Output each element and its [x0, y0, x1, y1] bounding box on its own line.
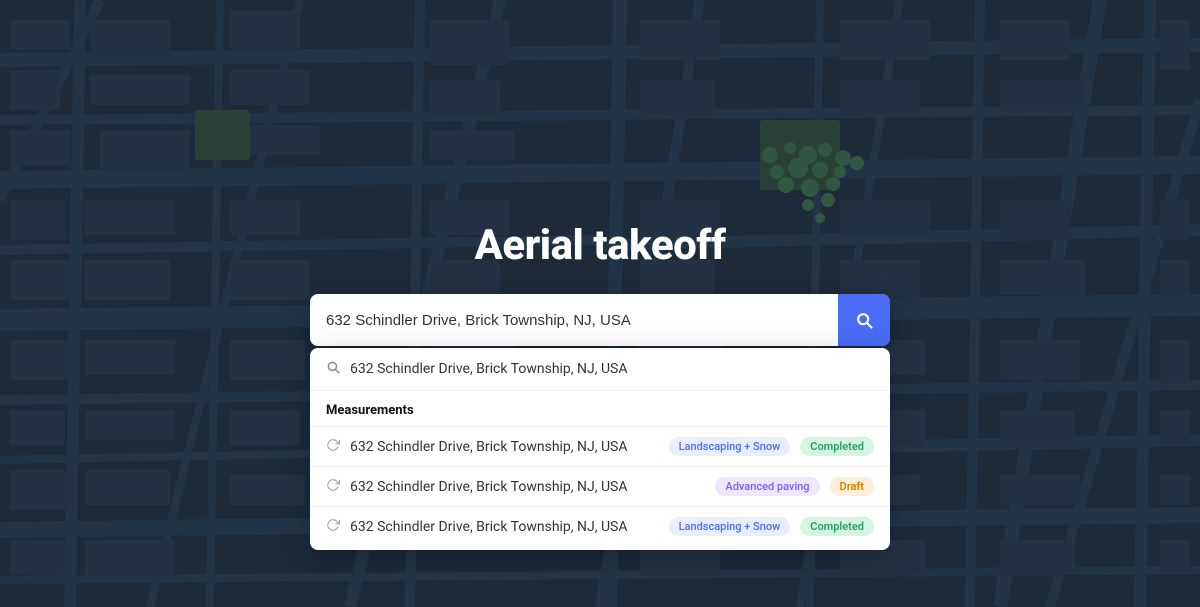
measurement-address-2: 632 Schindler Drive, Brick Township, NJ,…	[350, 479, 705, 495]
measurement-status-1: Completed	[800, 437, 874, 456]
measurement-tag-3: Landscaping + Snow	[669, 517, 791, 536]
refresh-icon-3	[326, 518, 340, 536]
content-overlay: Aerial takeoff 632 S	[0, 0, 1200, 607]
measurement-status-2: Draft	[830, 477, 874, 496]
measurement-tag-1: Landscaping + Snow	[669, 437, 791, 456]
measurement-row[interactable]: 632 Schindler Drive, Brick Township, NJ,…	[310, 466, 890, 506]
measurement-address-1: 632 Schindler Drive, Brick Township, NJ,…	[350, 439, 659, 455]
refresh-icon-2	[326, 478, 340, 496]
measurement-status-3: Completed	[800, 517, 874, 536]
search-dropdown: 632 Schindler Drive, Brick Township, NJ,…	[310, 348, 890, 550]
refresh-icon-1	[326, 438, 340, 456]
suggestion-text: 632 Schindler Drive, Brick Township, NJ,…	[350, 361, 627, 377]
page-title: Aerial takeoff	[474, 221, 725, 270]
measurements-label: Measurements	[310, 399, 890, 426]
measurement-row[interactable]: 632 Schindler Drive, Brick Township, NJ,…	[310, 506, 890, 546]
measurements-section: Measurements 632 Schindler Drive, Brick …	[310, 391, 890, 550]
suggestion-item[interactable]: 632 Schindler Drive, Brick Township, NJ,…	[310, 348, 890, 391]
search-input-wrapper	[310, 294, 890, 346]
search-input[interactable]	[310, 294, 838, 346]
search-suggestion-icon	[326, 360, 340, 378]
measurement-tag-2: Advanced paving	[715, 477, 819, 496]
measurement-row[interactable]: 632 Schindler Drive, Brick Township, NJ,…	[310, 426, 890, 466]
search-button[interactable]	[838, 294, 890, 346]
search-container: 632 Schindler Drive, Brick Township, NJ,…	[310, 294, 890, 346]
measurement-address-3: 632 Schindler Drive, Brick Township, NJ,…	[350, 519, 659, 535]
